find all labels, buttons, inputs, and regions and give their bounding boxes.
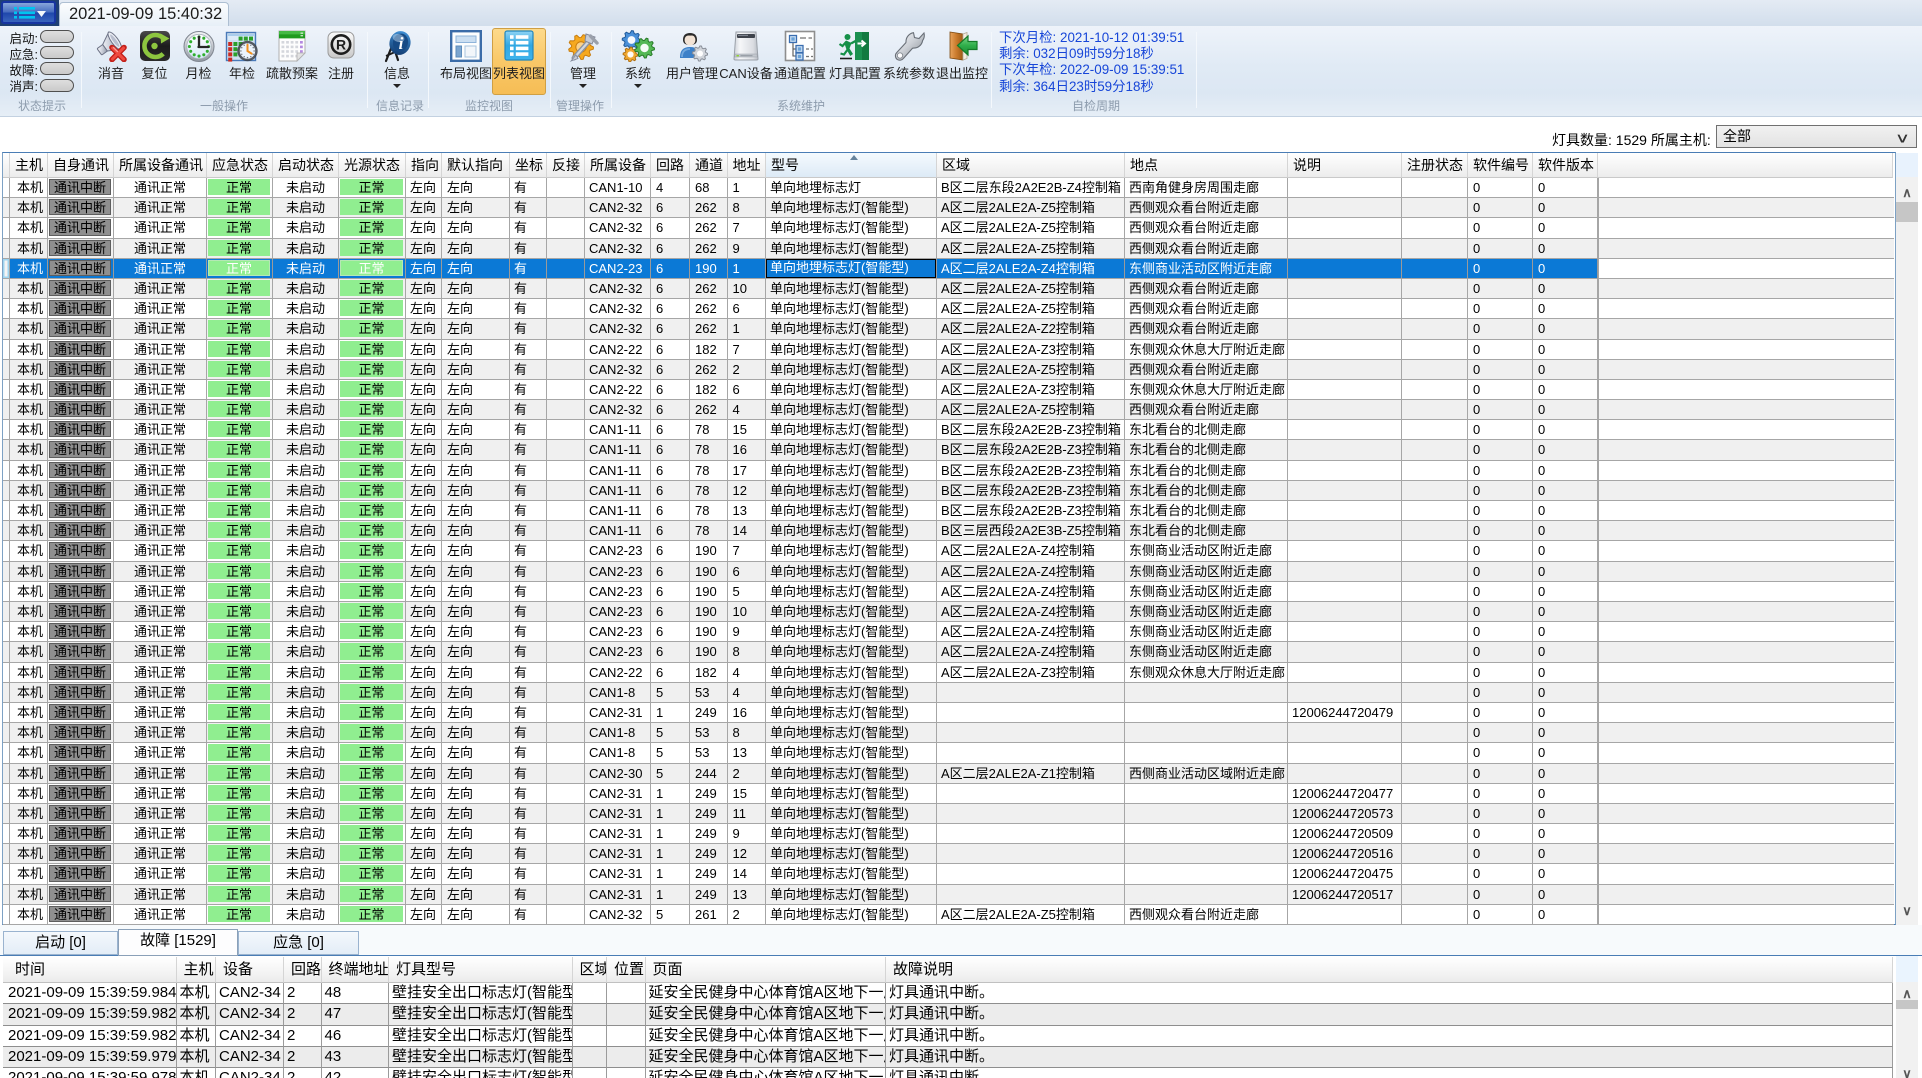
- svg-text:R: R: [336, 37, 346, 53]
- svg-text:i: i: [399, 34, 404, 53]
